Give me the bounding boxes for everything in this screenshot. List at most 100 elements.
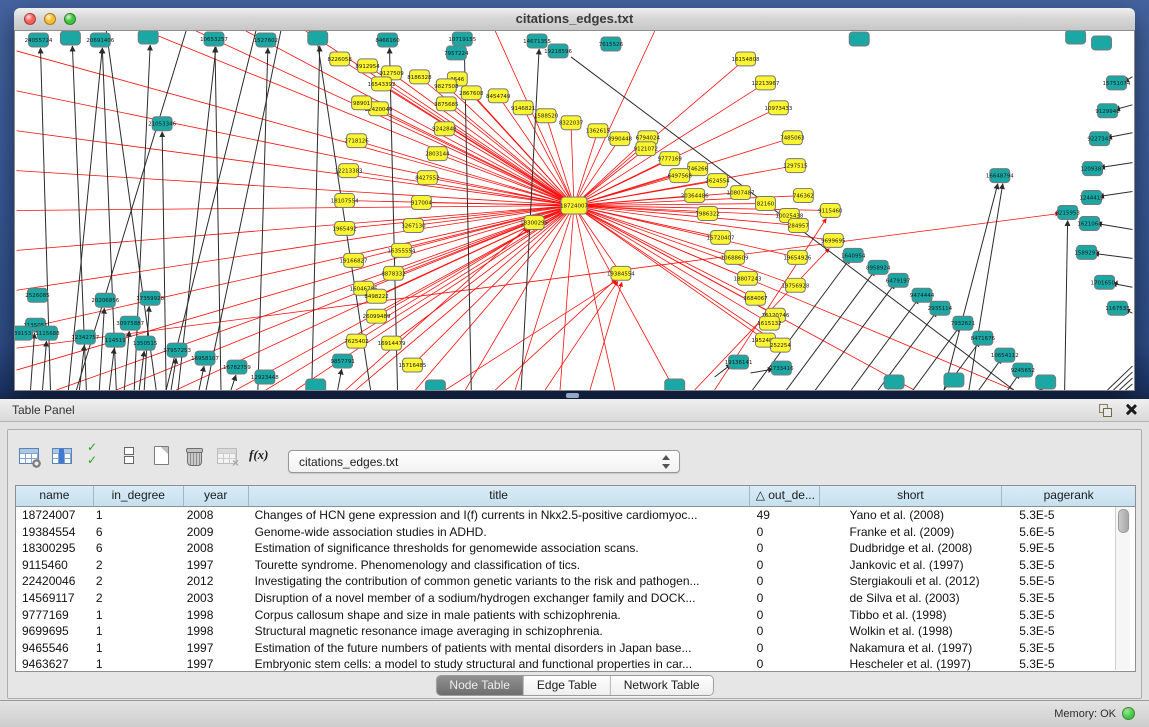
graph-node[interactable]: 12213383 <box>335 164 363 178</box>
table-row[interactable]: 946554611997Estimation of the future num… <box>16 640 1135 657</box>
graph-node[interactable]: 10653257 <box>200 32 228 46</box>
graph-node[interactable]: 17359928 <box>136 291 164 305</box>
graph-node[interactable]: 2935114 <box>928 301 953 315</box>
graph-node[interactable]: 8186328 <box>407 70 432 84</box>
graph-node[interactable]: 15716485 <box>399 358 427 372</box>
graph-node[interactable]: 8958924 <box>866 260 891 274</box>
network-canvas[interactable]: 2405572420691406106532571527602846616010… <box>14 31 1135 391</box>
table-row[interactable]: 1872400712008Changes of HCN gene express… <box>16 507 1135 524</box>
graph-node[interactable]: 1362615 <box>586 124 610 138</box>
graph-node[interactable]: 8878332 <box>381 266 405 280</box>
column-header-short[interactable]: short <box>820 486 1003 506</box>
graph-node[interactable]: 9115460 <box>818 204 843 218</box>
column-header-title[interactable]: title <box>249 486 750 506</box>
graph-node[interactable]: 9146821 <box>511 101 535 115</box>
graph-node[interactable]: 9245652 <box>1011 363 1035 377</box>
table-row[interactable]: 1938455462009Genome-wide association stu… <box>16 524 1135 541</box>
graph-node[interactable] <box>60 31 80 45</box>
tab-node-table[interactable]: Node Table <box>436 676 524 695</box>
graph-node[interactable] <box>884 375 904 389</box>
graph-node[interactable]: 18107554 <box>331 194 359 208</box>
graph-node[interactable]: 39153 <box>14 326 33 340</box>
graph-node[interactable]: 9242848 <box>432 122 457 136</box>
graph-node[interactable]: 8990448 <box>608 132 633 146</box>
graph-node[interactable]: 8427552 <box>415 171 439 185</box>
graph-node[interactable]: 12213967 <box>752 76 780 90</box>
graph-node[interactable]: 14671355 <box>523 34 551 48</box>
table-settings-icon[interactable] <box>16 443 42 469</box>
graph-node[interactable]: 2718126 <box>344 134 369 148</box>
graph-node[interactable]: 19756928 <box>781 278 809 292</box>
table-row[interactable]: 1456911722003Disruption of a novel membe… <box>16 590 1135 607</box>
graph-node[interactable]: 7485063 <box>780 131 805 145</box>
graph-node[interactable]: 746362 <box>793 189 814 203</box>
graph-node[interactable]: 9129946 <box>1095 104 1120 118</box>
fx-function-icon[interactable]: f(x) <box>247 443 277 469</box>
graph-node[interactable]: 1115688 <box>35 326 60 340</box>
table-column-icon[interactable] <box>49 443 75 469</box>
graph-node[interactable]: 7625402 <box>344 334 368 348</box>
graph-node[interactable]: 7986322 <box>695 207 719 221</box>
trash-icon[interactable] <box>181 443 207 469</box>
graph-node[interactable]: 1297515 <box>783 159 807 173</box>
graph-node[interactable]: 1733416 <box>769 361 794 375</box>
graph-node[interactable]: 8471676 <box>971 331 996 345</box>
table-row[interactable]: 977716911998Corpus callosum shape and si… <box>16 607 1135 624</box>
graph-node[interactable]: 18724007 <box>560 197 588 214</box>
graph-node[interactable]: 1350515 <box>133 336 157 350</box>
graph-node[interactable]: 7615526 <box>599 37 624 51</box>
graph-node[interactable]: 1527602 <box>254 33 278 47</box>
graph-node[interactable]: 19654926 <box>783 250 811 264</box>
graph-node[interactable]: 19218596 <box>544 44 572 58</box>
column-header-year[interactable]: year <box>184 486 249 506</box>
table-row[interactable]: 911546021997Tourette syndrome. Phenomeno… <box>16 557 1135 574</box>
graph-node[interactable]: 9777169 <box>658 152 683 166</box>
graph-node[interactable] <box>849 32 869 46</box>
graph-node[interactable]: 15720407 <box>707 230 735 244</box>
column-header-name[interactable]: name <box>16 486 94 506</box>
graph-node[interactable]: 1209387 <box>1080 162 1105 176</box>
graph-node[interactable]: 3624554 <box>705 174 730 188</box>
graph-node[interactable]: 9227343 <box>1087 132 1112 146</box>
graph-node[interactable]: 1640954 <box>841 248 866 262</box>
graph-node[interactable]: 6479197 <box>886 273 911 287</box>
graph-node[interactable]: 252254 <box>770 338 791 352</box>
graph-node[interactable] <box>138 31 158 44</box>
graph-node[interactable]: 8322037 <box>559 116 584 130</box>
graph-node[interactable]: 8466160 <box>375 33 400 47</box>
graph-node[interactable] <box>1066 31 1086 44</box>
graph-node[interactable]: 12923448 <box>251 370 279 384</box>
graph-node[interactable]: 3684067 <box>743 291 768 305</box>
graph-node[interactable]: 284957 <box>788 218 809 232</box>
table-row[interactable]: 969969511998Structural magnetic resonanc… <box>16 623 1135 640</box>
table-row[interactable]: 1830029562008Estimation of significance … <box>16 540 1135 557</box>
graph-node[interactable]: 18300295 <box>520 215 548 229</box>
column-header-out_degree[interactable]: △ out_de... <box>750 486 820 506</box>
graph-node[interactable]: 7957224 <box>444 46 469 60</box>
graph-node[interactable]: 8215953 <box>1055 206 1080 220</box>
panel-splitter-handle[interactable] <box>566 393 579 398</box>
graph-node[interactable]: 16648794 <box>986 169 1014 183</box>
graph-node[interactable]: 10688609 <box>721 250 749 264</box>
rows-icon[interactable] <box>115 443 141 469</box>
graph-node[interactable]: 21053346 <box>148 117 176 131</box>
graph-node[interactable]: 16958107 <box>191 351 219 365</box>
graph-node[interactable]: 1621064 <box>1077 216 1102 230</box>
graph-node[interactable]: 19166827 <box>340 253 368 267</box>
graph-node[interactable]: 19384554 <box>607 266 635 280</box>
graph-node[interactable]: 20691406 <box>86 33 114 47</box>
graph-node[interactable]: 10719155 <box>448 32 476 46</box>
graph-node[interactable] <box>308 31 328 45</box>
graph-node[interactable]: 1167533 <box>1105 301 1130 315</box>
new-doc-icon[interactable] <box>148 443 174 469</box>
graph-node[interactable]: 8912954 <box>355 59 380 73</box>
graph-node[interactable] <box>1092 36 1112 50</box>
window-titlebar[interactable]: citations_edges.txt <box>14 8 1135 31</box>
graph-node[interactable]: 10973433 <box>765 101 793 115</box>
graph-node[interactable]: 1965492 <box>332 221 356 235</box>
select-checks-icon[interactable] <box>82 443 108 469</box>
graph-node[interactable]: 17957253 <box>163 343 191 357</box>
graph-node[interactable]: 19136141 <box>725 355 753 369</box>
graph-node[interactable]: 17016504 <box>1091 275 1119 289</box>
graph-node[interactable]: 9474444 <box>910 288 935 302</box>
